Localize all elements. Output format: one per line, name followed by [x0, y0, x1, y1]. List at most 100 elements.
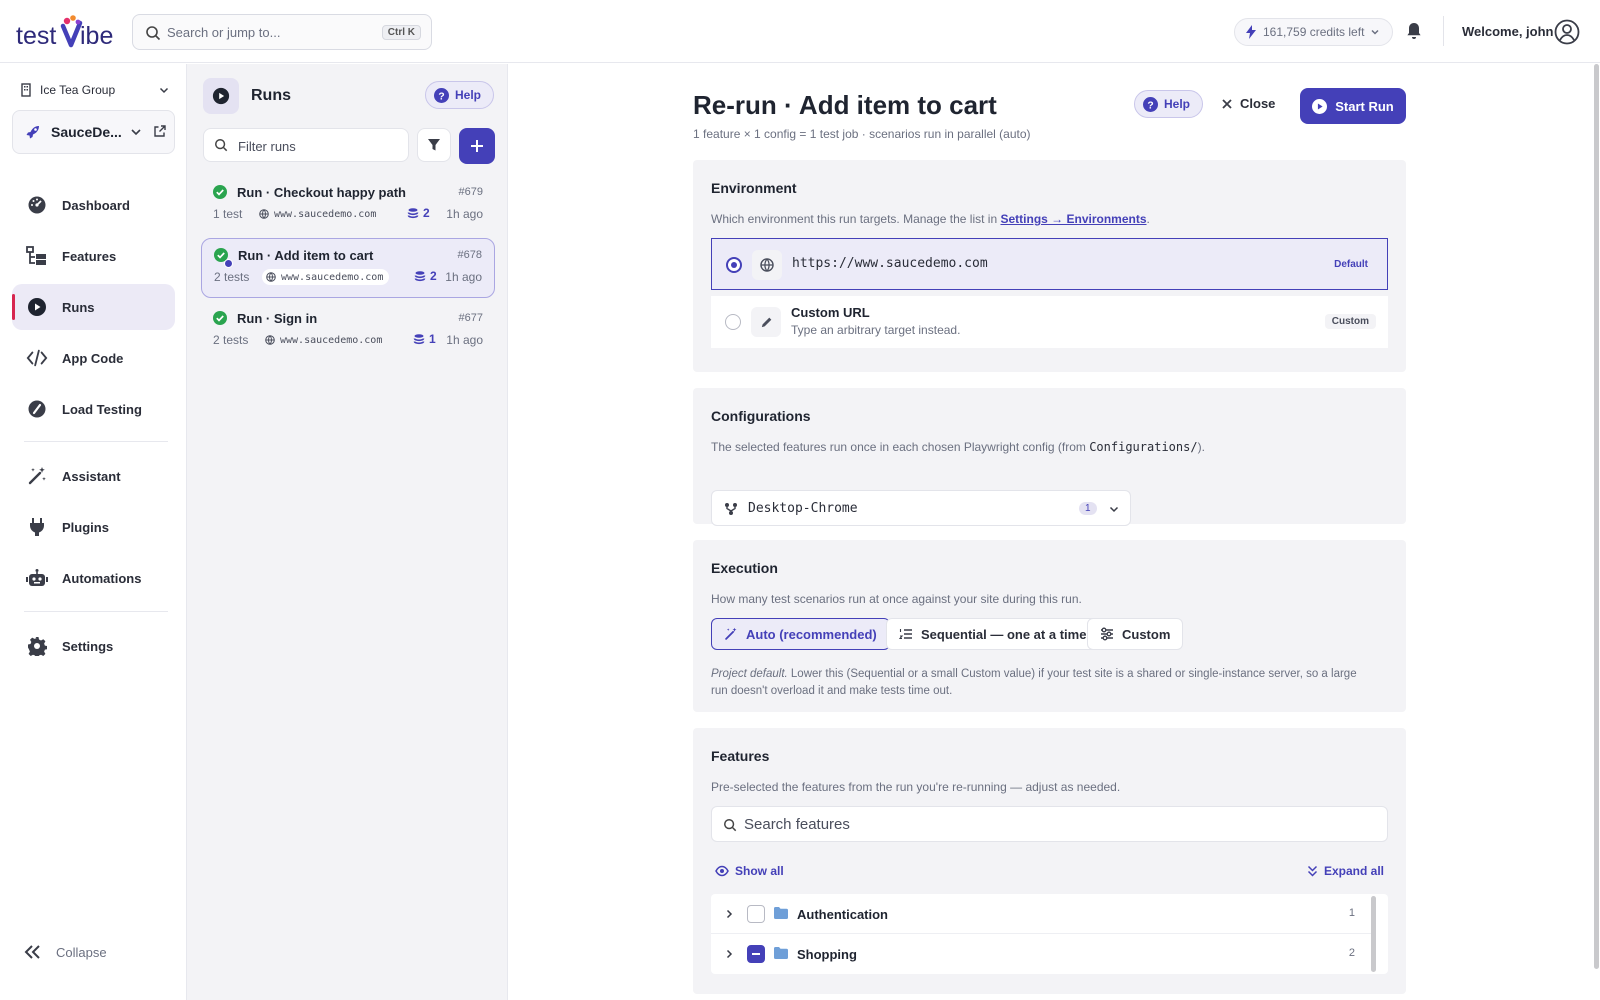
double-chevron-down-icon: [1307, 865, 1317, 877]
global-search-input[interactable]: Search or jump to... Ctrl K: [132, 14, 432, 50]
run-count-text: 1: [429, 332, 436, 346]
environment-option-custom[interactable]: Custom URL Type an arbitrary target inst…: [711, 296, 1388, 348]
stack-icon: [407, 208, 419, 219]
chevron-down-icon[interactable]: [129, 125, 143, 139]
sidebar-item-settings[interactable]: Settings: [12, 623, 175, 669]
sidebar-item-features[interactable]: Features: [12, 233, 175, 279]
section-title: Environment: [711, 180, 797, 196]
sidebar-item-load-testing[interactable]: Load Testing: [12, 386, 175, 432]
scrollbar-thumb[interactable]: [1594, 64, 1599, 969]
main-scrollbar[interactable]: [1592, 64, 1600, 1000]
credits-dropdown[interactable]: 161,759 credits left: [1234, 18, 1394, 46]
mode-sequential-button[interactable]: Sequential — one at a time: [886, 618, 1100, 650]
org-switcher[interactable]: Ice Tea Group: [20, 80, 170, 100]
gauge-icon: [26, 398, 48, 420]
sidebar-item-runs[interactable]: Runs: [12, 284, 175, 330]
custom-tag: Custom: [1324, 314, 1376, 329]
tree-scrollbar[interactable]: [1371, 896, 1376, 972]
sliders-icon: [1101, 627, 1113, 641]
configuration-select[interactable]: Desktop-Chrome 1: [711, 490, 1131, 526]
mode-label: Auto (recommended): [746, 626, 877, 642]
chevron-right-icon[interactable]: [723, 908, 735, 920]
close-button[interactable]: Close: [1222, 96, 1275, 111]
feature-count: 1: [1348, 907, 1355, 919]
run-list-item[interactable]: Run · Sign in #677 2 tests www.saucedemo…: [201, 302, 495, 362]
lightning-icon: [1246, 25, 1256, 39]
runs-help-button[interactable]: ? Help: [425, 81, 495, 109]
filter-runs-input[interactable]: Filter runs: [203, 128, 409, 162]
tree-row-authentication[interactable]: Authentication 1: [711, 894, 1371, 934]
collapse-button[interactable]: Collapse: [24, 944, 107, 960]
desc-text: The selected features run once in each c…: [711, 440, 1090, 454]
folder-icon: [774, 947, 788, 959]
section-description: The selected features run once in each c…: [711, 440, 1205, 454]
search-features-input[interactable]: Search features: [711, 806, 1388, 842]
magic-wand-icon: [725, 627, 737, 640]
expand-all-button[interactable]: Expand all: [1307, 864, 1384, 878]
collapse-label: Collapse: [56, 944, 107, 960]
show-all-button[interactable]: Show all: [715, 864, 784, 878]
search-icon: [724, 819, 737, 832]
default-tag: Default: [1334, 259, 1368, 270]
user-avatar-icon[interactable]: [1554, 19, 1580, 45]
desc-text: ).: [1197, 440, 1205, 454]
tree-row-shopping[interactable]: Shopping 2: [711, 934, 1371, 974]
sidebar-item-label: Settings: [62, 638, 114, 654]
top-bar: test ibe Search or jump to... Ctrl K 161…: [0, 0, 1600, 63]
stack-icon: [414, 271, 426, 282]
mode-auto-button[interactable]: Auto (recommended): [711, 618, 890, 650]
project-switcher[interactable]: SauceDe...: [12, 110, 175, 154]
welcome-text: Welcome, john: [1462, 24, 1554, 39]
run-test-count: 2 tests: [214, 270, 250, 284]
configuration-name: Desktop-Chrome: [748, 501, 858, 516]
run-name: Run · Add item to cart: [238, 248, 374, 263]
section-title: Features: [711, 748, 770, 764]
execution-note: Project default. Lower this (Sequential …: [711, 666, 1371, 700]
sidebar-item-label: Plugins: [62, 519, 109, 535]
project-name: SauceDe...: [51, 124, 122, 140]
settings-environments-link[interactable]: Settings → Environments: [1000, 212, 1146, 226]
run-name: Run · Sign in: [237, 311, 318, 326]
chevron-right-icon[interactable]: [723, 948, 735, 960]
start-run-button[interactable]: Start Run: [1300, 88, 1406, 124]
run-list-item-selected[interactable]: Run · Add item to cart #678 2 tests www.…: [201, 238, 495, 298]
run-config-count: 1: [413, 332, 436, 346]
help-label: Help: [455, 88, 482, 102]
feature-checkbox-indeterminate[interactable]: [747, 945, 765, 963]
mode-custom-button[interactable]: Custom: [1087, 618, 1184, 650]
run-list-item[interactable]: Run · Checkout happy path #679 1 test ww…: [201, 176, 495, 236]
question-icon: ?: [1143, 96, 1158, 112]
expand-all-label: Expand all: [1323, 864, 1384, 878]
run-host: www.saucedemo.com: [262, 269, 390, 285]
new-run-button[interactable]: [459, 128, 495, 164]
sidebar-item-plugins[interactable]: Plugins: [12, 504, 175, 550]
building-icon: [21, 83, 31, 97]
run-host-text: www.saucedemo.com: [280, 334, 383, 346]
run-test-count: 1 test: [213, 207, 243, 221]
sidebar-item-dashboard[interactable]: Dashboard: [12, 182, 175, 228]
sidebar-item-assistant[interactable]: Assistant: [12, 453, 175, 499]
sidebar-item-automations[interactable]: Automations: [12, 555, 175, 601]
rerun-badge-icon: [224, 259, 233, 268]
run-host: www.saucedemo.com: [261, 332, 388, 348]
sidebar-item-label: Automations: [62, 570, 142, 586]
testvibe-logo[interactable]: test ibe: [16, 14, 120, 50]
desc-code: Configurations/: [1089, 440, 1198, 454]
radio-selected[interactable]: [726, 257, 742, 273]
sidebar: Ice Tea Group SauceDe... Dashboard Featu…: [0, 64, 186, 1000]
section-title: Execution: [711, 560, 778, 576]
external-link-icon[interactable]: [153, 124, 167, 138]
filter-button[interactable]: [417, 128, 451, 162]
sidebar-item-app-code[interactable]: App Code: [12, 335, 175, 381]
desc-text: .: [1146, 212, 1150, 226]
sidebar-item-label: Runs: [62, 299, 95, 315]
environment-option-default[interactable]: https://www.saucedemo.com Default: [711, 238, 1388, 290]
execution-card: Execution How many test scenarios run at…: [693, 540, 1406, 712]
bell-icon[interactable]: [1404, 21, 1424, 41]
help-button[interactable]: ? Help: [1134, 90, 1204, 118]
radio-unselected[interactable]: [725, 314, 741, 330]
code-icon: [26, 347, 48, 369]
feature-name: Authentication: [797, 907, 888, 922]
mode-label: Sequential — one at a time: [921, 626, 1087, 642]
feature-checkbox[interactable]: [747, 905, 765, 923]
